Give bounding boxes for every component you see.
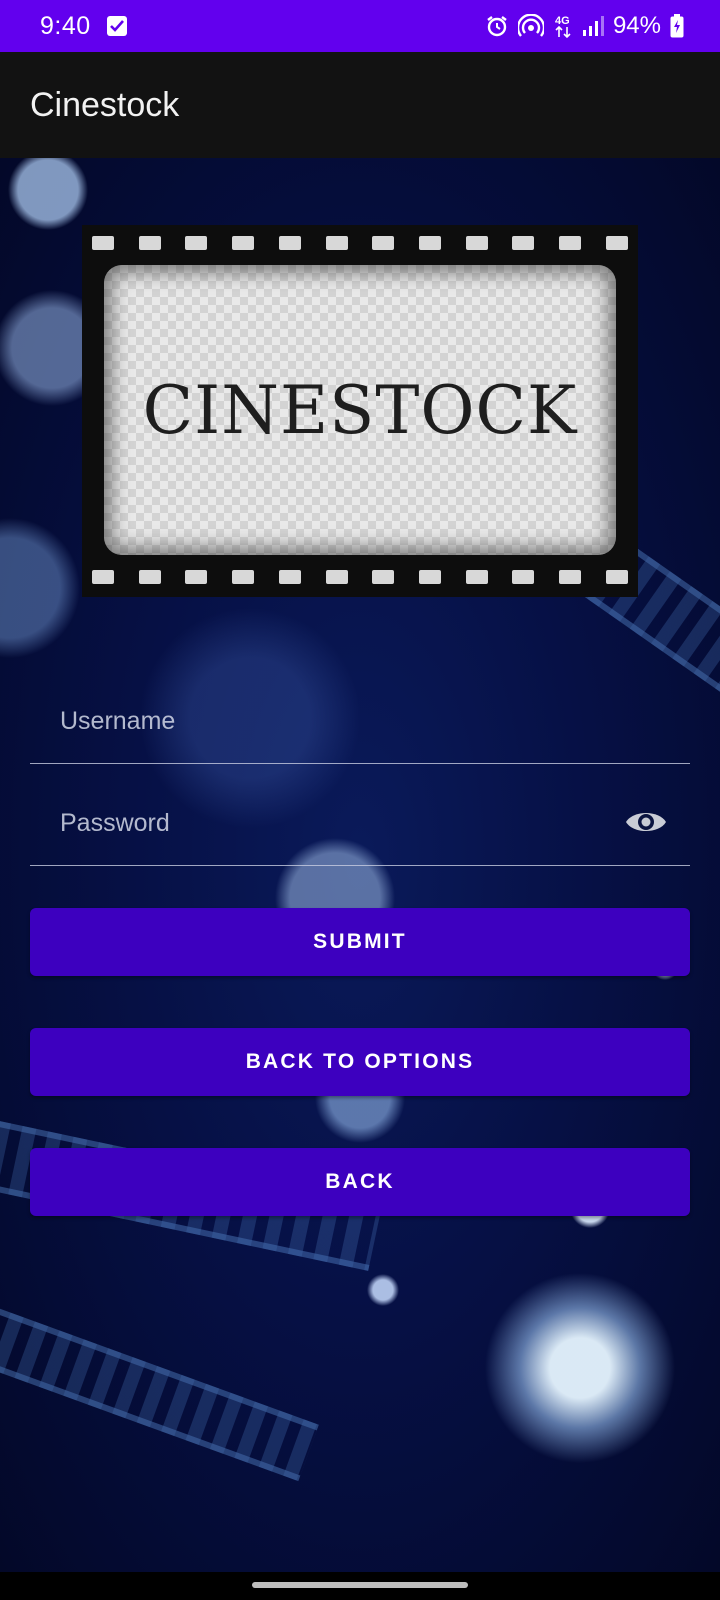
back-button[interactable]: BACK [30,1148,690,1216]
username-input[interactable] [60,696,580,746]
password-field [30,780,690,866]
checkbox-icon [106,16,127,36]
back-to-options-button[interactable]: BACK TO OPTIONS [30,1028,690,1096]
submit-button[interactable]: SUBMIT [30,908,690,976]
film-holes-top [92,229,628,257]
eye-icon[interactable] [624,804,668,840]
svg-text:4G: 4G [555,15,570,27]
cinestock-logo: CINESTOCK [82,225,638,597]
status-right: 4G 94% [485,12,684,40]
hotspot-icon [517,14,544,38]
app-title: Cinestock [30,85,180,124]
home-gesture-handle[interactable] [252,1582,468,1588]
navigation-bar [0,1572,720,1600]
film-holes-bottom [92,563,628,591]
battery-charging-icon [670,14,684,38]
status-time: 9:40 [40,11,91,40]
username-field [30,678,690,764]
4g-icon: 4G [553,13,573,39]
app-bar: Cinestock [0,52,720,158]
film-strip-decoration [0,1294,319,1482]
password-input[interactable] [60,798,580,848]
battery-percent: 94% [612,12,661,39]
status-bar: 9:40 4G 94% [0,0,720,52]
logo-text: CINESTOCK [142,371,578,449]
alarm-icon [485,14,509,38]
logo-frame: CINESTOCK [104,265,616,555]
signal-icon [582,15,604,37]
status-left: 9:40 [40,12,127,41]
